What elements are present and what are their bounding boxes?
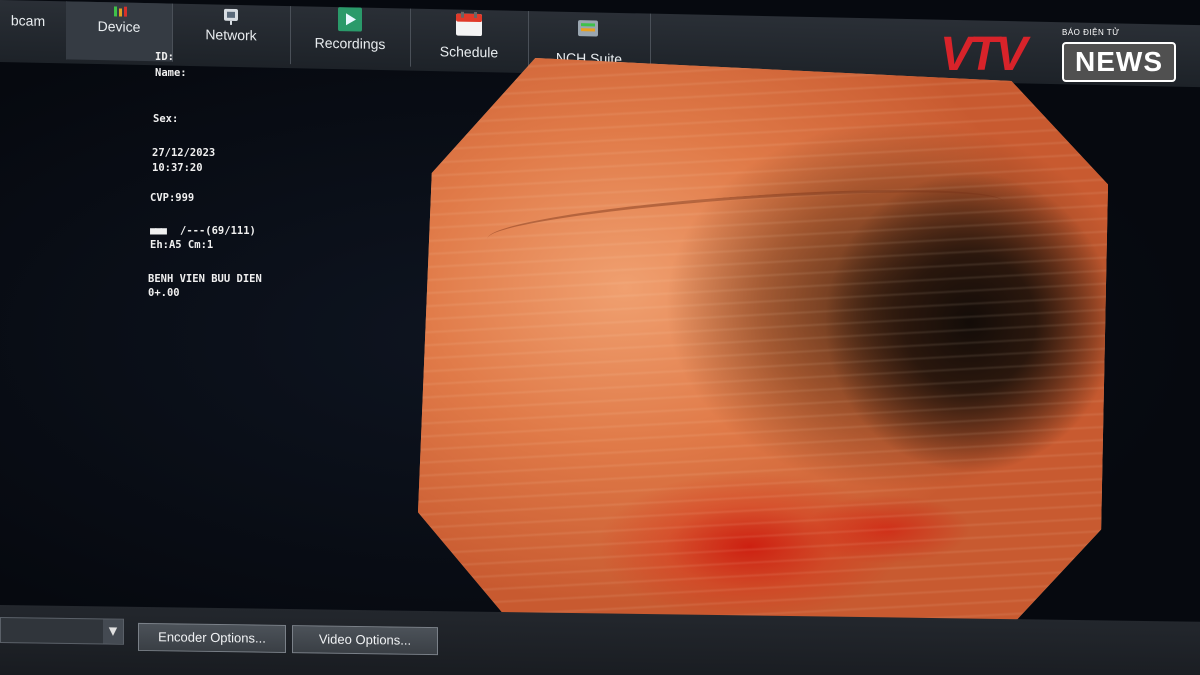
signal-readout: ■■■ /---(69/111) [150,224,256,238]
source-dropdown[interactable]: ▼ [0,617,124,645]
logo-vtv: VTV [940,28,1027,81]
endoscope-image [418,58,1108,633]
tab-schedule-label: Schedule [439,43,499,61]
logo-subtitle: BÁO ĐIỆN TỬ [1062,28,1120,37]
vtv-news-logo: VTV BÁO ĐIỆN TỬ NEWS [940,28,1180,84]
logo-news: NEWS [1062,42,1176,82]
eh-cm-readout: Eh:A5 Cm:1 [150,239,214,251]
chevron-down-icon[interactable]: ▼ [103,619,123,644]
signal-bars-icon: ■■■ [150,225,167,237]
cvp-value: CVP:999 [150,192,195,204]
image-scanlines [418,58,1108,633]
tab-schedule[interactable]: Schedule [410,8,529,70]
tab-recordings[interactable]: Recordings [290,6,411,67]
patient-id-label: ID: [155,51,174,63]
video-options-button[interactable]: Video Options... [292,625,438,656]
tab-network-label: Network [205,26,257,44]
exam-date: 27/12/2023 [152,147,216,159]
encoder-options-button[interactable]: Encoder Options... [138,622,286,653]
tab-recordings-label: Recordings [314,34,386,53]
hospital-name: BENH VIEN BUU DIEN [148,273,262,285]
tab-webcam[interactable]: bcam [0,0,67,60]
nch-suite-icon [575,18,603,46]
patient-name-label: Name: [155,67,187,79]
monitor-screen: bcam Device Network Recordings Schedule … [0,0,1200,675]
tab-network[interactable]: Network [172,3,291,65]
signal-value: /---(69/111) [180,225,256,237]
recordings-icon [336,7,364,37]
zero-readout: 0+.00 [148,287,180,299]
tab-device-label: Device [97,18,141,35]
patient-sex-label: Sex: [153,113,179,125]
calendar-icon [455,11,483,42]
exam-time: 10:37:20 [152,162,203,174]
tab-webcam-label: bcam [10,12,46,29]
